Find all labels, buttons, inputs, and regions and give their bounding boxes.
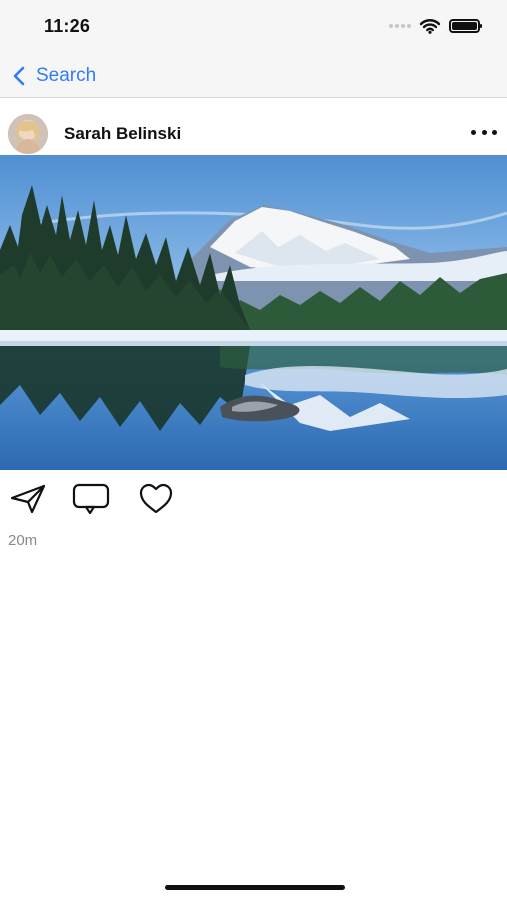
avatar[interactable] bbox=[8, 114, 48, 154]
post-timestamp: 20m bbox=[8, 532, 38, 549]
back-button[interactable]: Search bbox=[10, 62, 96, 90]
more-dots-icon bbox=[471, 129, 476, 135]
post-detail-screen: 11:26 Search Sarah Belinski 20m bbox=[0, 0, 507, 900]
home-indicator[interactable] bbox=[165, 885, 345, 890]
wifi-icon bbox=[419, 19, 441, 34]
signal-dots-icon bbox=[389, 24, 411, 28]
share-button[interactable] bbox=[6, 478, 50, 518]
back-label: Search bbox=[36, 65, 97, 86]
chevron-left-icon bbox=[13, 66, 25, 86]
comment-button[interactable] bbox=[70, 478, 114, 518]
top-bar: 11:26 Search bbox=[0, 0, 507, 98]
avatar-photo bbox=[8, 114, 48, 154]
post-actions bbox=[0, 476, 507, 520]
share-icon bbox=[10, 484, 46, 514]
battery-icon bbox=[449, 19, 482, 33]
heart-icon bbox=[139, 483, 173, 514]
like-button[interactable] bbox=[134, 478, 178, 518]
post-image[interactable] bbox=[0, 155, 507, 470]
status-icons bbox=[389, 18, 483, 34]
more-options-button[interactable] bbox=[471, 122, 497, 142]
post-header: Sarah Belinski bbox=[0, 108, 507, 158]
comment-icon bbox=[72, 483, 110, 515]
mountain-lake-photo bbox=[0, 155, 507, 470]
username[interactable]: Sarah Belinski bbox=[64, 124, 181, 144]
status-time: 11:26 bbox=[44, 16, 91, 36]
